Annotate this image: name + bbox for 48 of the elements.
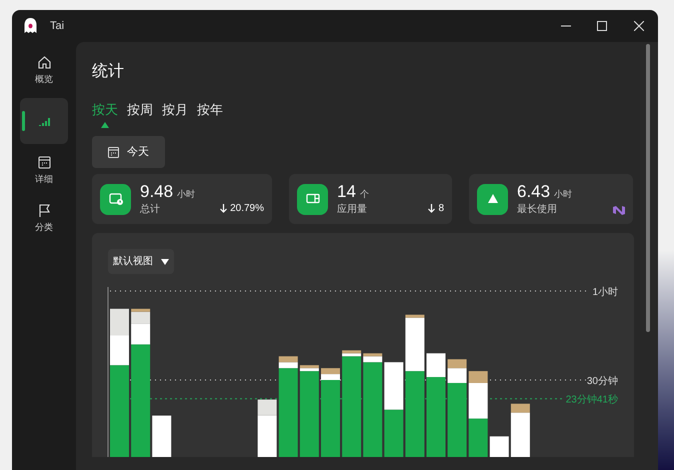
bar-segment [490, 436, 509, 457]
stat-change: 20.79% [230, 202, 264, 216]
average-label: 23分钟41秒 [566, 394, 618, 406]
maximize-icon [597, 21, 607, 31]
stat-unit: 小时 [177, 188, 196, 200]
tab[interactable]: 按年 [197, 100, 223, 120]
caret-icon [161, 258, 169, 264]
view-dropdown[interactable]: 默认视图 [108, 249, 174, 274]
stat-value: 6.43 [517, 182, 550, 202]
axis-label: 1小时 [592, 287, 618, 298]
tab[interactable]: 按天 [92, 100, 118, 120]
bar-segment [384, 410, 404, 457]
down-arrow-icon [428, 204, 436, 213]
stat-label: 应用量 [337, 202, 368, 216]
bar-segment [384, 362, 404, 410]
bar-segment [110, 308, 129, 336]
sidebar-item[interactable]: 概览 [20, 50, 68, 92]
tab[interactable]: 按月 [162, 100, 188, 120]
axis-label: 30分钟 [586, 376, 618, 387]
stat-label: 总计 [140, 202, 161, 216]
app-logo-icon [613, 204, 625, 216]
stat-label: 最长使用 [517, 202, 558, 216]
selection-indicator [22, 111, 25, 131]
stat-change: 8 [438, 202, 444, 216]
bar-segment [152, 416, 172, 457]
home-icon [36, 55, 52, 70]
close-icon [634, 21, 644, 31]
date-button[interactable]: 今天 [92, 136, 165, 168]
tab[interactable]: 按周 [127, 100, 153, 120]
screen-clock-icon [108, 191, 124, 207]
stat-unit: 小时 [554, 188, 572, 200]
scrollbar-thumb[interactable] [646, 44, 650, 332]
ghost-logo-icon [23, 18, 38, 34]
window-title: Tai [50, 18, 64, 34]
stat-value: 9.48 [140, 182, 174, 202]
sidebar-item[interactable]: 分类 [20, 198, 68, 240]
calendar-icon [36, 155, 52, 170]
sidebar-item[interactable]: 详细 [20, 150, 68, 192]
bar-segment [468, 418, 488, 457]
calendar-icon [108, 146, 119, 158]
minimize-icon [561, 25, 571, 27]
selected-indicator-icon [101, 122, 109, 128]
stat-unit: 个 [360, 188, 369, 200]
stat-value: 14 [337, 182, 356, 202]
flag-icon [36, 203, 52, 218]
sidebar-item[interactable] [20, 98, 68, 144]
down-arrow-icon [220, 204, 228, 213]
page-title: 统计 [92, 62, 125, 82]
